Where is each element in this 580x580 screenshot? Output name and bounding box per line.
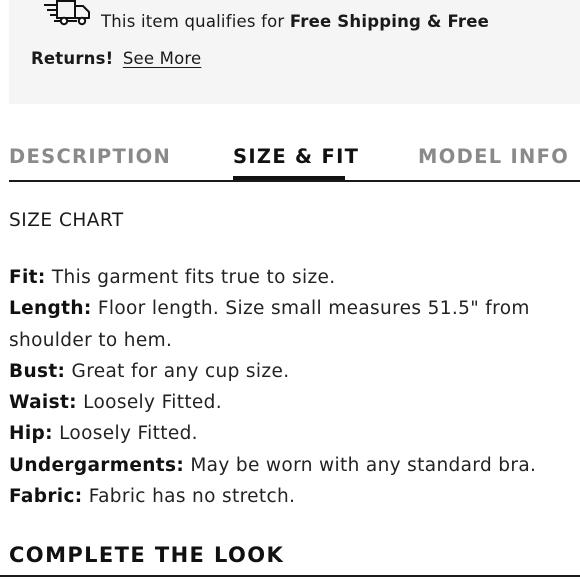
shipping-message-bold: Free Shipping & Free	[289, 12, 490, 31]
spec-value: This garment fits true to size.	[45, 267, 336, 288]
shipping-message-prefix: This item qualifies for	[101, 12, 290, 31]
section-divider	[0, 575, 580, 577]
spec-label: Hip:	[9, 423, 53, 445]
delivery-truck-icon	[44, 0, 90, 26]
spec-label: Fit:	[9, 267, 46, 288]
spec-value: Great for any cup size.	[65, 360, 290, 382]
tab-model-info[interactable]: MODEL INFO	[418, 145, 569, 168]
tab-description[interactable]: DESCRIPTION	[9, 145, 171, 168]
shipping-message-line1: This item qualifies for Free Shipping & …	[101, 12, 489, 31]
spec-label: Length:	[9, 298, 92, 320]
spec-fabric: Fabric: Fabric has no stretch.	[9, 481, 574, 512]
complete-the-look-heading: COMPLETE THE LOOK	[9, 543, 285, 567]
shipping-message-bold-2: Returns!	[31, 49, 114, 68]
shipping-message-line2: Returns! See More	[31, 49, 201, 68]
spec-waist: Waist: Loosely Fitted.	[9, 387, 574, 418]
tabs-divider	[9, 180, 580, 182]
size-chart-heading: SIZE CHART	[9, 210, 124, 231]
spec-label: Undergarments:	[9, 454, 185, 476]
spec-value: Loosely Fitted.	[76, 392, 222, 414]
product-info-tabs: DESCRIPTION SIZE & FIT MODEL INFO	[9, 140, 580, 182]
spec-label: Bust:	[9, 360, 66, 382]
spec-undergarments: Undergarments: May be worn with any stan…	[9, 450, 574, 481]
tab-size-and-fit[interactable]: SIZE & FIT	[233, 145, 359, 168]
spec-value: Loosely Fitted.	[52, 423, 198, 445]
spec-hip: Hip: Loosely Fitted.	[9, 418, 574, 449]
see-more-link[interactable]: See More	[123, 49, 202, 68]
spec-fit: Fit: This garment fits true to size.	[9, 262, 574, 293]
spec-bust: Bust: Great for any cup size.	[9, 356, 574, 387]
spec-value: Fabric has no stretch.	[82, 486, 296, 508]
size-fit-specs: Fit: This garment fits true to size. Len…	[9, 262, 574, 512]
product-details-page: This item qualifies for Free Shipping & …	[0, 0, 580, 580]
spec-label: Fabric:	[9, 486, 83, 508]
spec-value: May be worn with any standard bra.	[184, 454, 537, 476]
spec-label: Waist:	[9, 392, 77, 414]
spec-length: Length: Floor length. Size small measure…	[9, 293, 574, 356]
